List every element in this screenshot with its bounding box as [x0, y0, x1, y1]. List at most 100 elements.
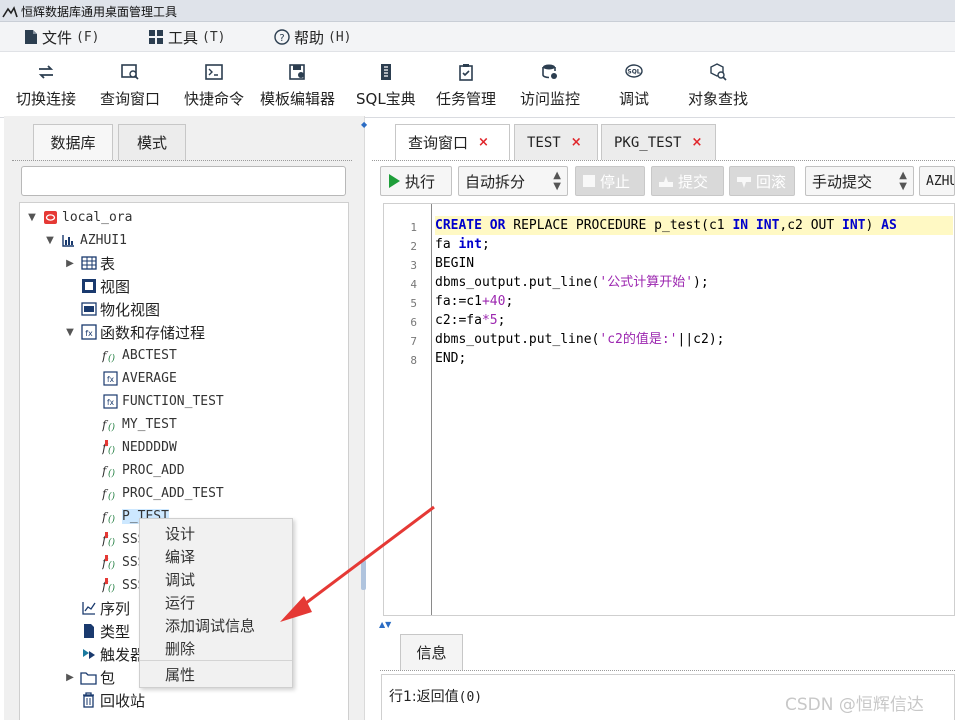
info-tab-divider: [380, 670, 955, 671]
expanded-arrow-icon[interactable]: ▼: [26, 212, 38, 223]
context-menu-design[interactable]: 设计: [165, 522, 195, 544]
tree-node-routine[interactable]: f() PROC_ADD_TEST: [102, 482, 224, 504]
tab-schema[interactable]: 模式: [118, 124, 186, 160]
object-search-button[interactable]: 对象查找: [688, 62, 748, 114]
context-menu-delete[interactable]: 删除: [165, 637, 195, 659]
tree-node-types[interactable]: 类型: [80, 620, 130, 642]
menu-tools-mnemonic: (T): [202, 29, 226, 45]
context-menu-debug[interactable]: 调试: [165, 568, 195, 590]
watermark: CSDN @恒辉信达: [785, 695, 924, 715]
tree-node-routine[interactable]: f() MY_TEST: [102, 413, 177, 435]
schema-icon: [60, 232, 77, 249]
close-icon[interactable]: ×: [571, 135, 582, 150]
collapsed-arrow-icon[interactable]: ▶: [64, 258, 76, 269]
tree-node-routine[interactable]: fx FUNCTION_TEST: [102, 390, 224, 412]
invalid-procedure-icon: f(): [102, 439, 119, 456]
commit-mode-select[interactable]: 手动提交 ▲ ▼: [805, 166, 914, 196]
debug-button[interactable]: SQL 调试: [619, 62, 649, 114]
close-icon[interactable]: ×: [691, 135, 702, 150]
expanded-arrow-icon[interactable]: ▼: [44, 235, 56, 246]
window-title: 恒辉数据库通用桌面管理工具: [21, 5, 178, 19]
left-panel-scrollbar[interactable]: [361, 560, 366, 590]
context-menu-compile[interactable]: 编译: [165, 545, 195, 567]
close-icon[interactable]: ×: [478, 135, 489, 150]
menu-tools[interactable]: 工具 (T): [148, 26, 226, 48]
context-menu-run[interactable]: 运行: [165, 591, 195, 613]
access-monitor-button[interactable]: 访问监控: [520, 62, 580, 114]
connection-select[interactable]: AZHU: [919, 166, 955, 196]
tree-node-routine[interactable]: f() NEDDDDW: [102, 436, 177, 458]
menu-file[interactable]: 文件 (F): [24, 26, 100, 48]
line-number: 7: [410, 335, 417, 348]
template-editor-icon: [288, 62, 308, 82]
table-icon: [80, 255, 97, 272]
tree-node-sequences[interactable]: 序列: [80, 597, 130, 619]
code-keyword: INT: [842, 218, 866, 233]
context-menu-add-debug-info[interactable]: 添加调试信息: [165, 614, 255, 636]
tree-node-triggers[interactable]: 触发器: [80, 643, 145, 665]
split-mode-value: 自动拆分: [465, 172, 526, 191]
expanded-arrow-icon[interactable]: ▼: [64, 327, 76, 338]
code-keyword: int: [458, 237, 482, 252]
info-message-value: (0): [458, 690, 483, 705]
svg-text:(): (): [108, 537, 116, 547]
tree-node-functions-procedures[interactable]: ▼ fx 函数和存储过程: [64, 321, 205, 343]
help-icon: ?: [274, 29, 290, 45]
line-number: 8: [410, 354, 417, 367]
tree-node-recycle-bin[interactable]: 回收站: [80, 689, 145, 711]
tree-node-routine[interactable]: f() ABCTEST: [102, 344, 177, 366]
tree-node-routine[interactable]: fx AVERAGE: [102, 367, 177, 389]
sql-editor[interactable]: 1 2 3 4 5 6 7 8 CREATE OR REPLACE PROCED…: [383, 203, 955, 616]
splitter-collapse-icon[interactable]: ◆: [361, 120, 367, 129]
routine-label: MY_TEST: [122, 416, 177, 432]
tree-node-materialized-views[interactable]: 物化视图: [80, 298, 160, 320]
tab-database[interactable]: 数据库: [33, 124, 113, 160]
commit-button[interactable]: 提交: [651, 166, 724, 196]
menu-tools-label: 工具: [168, 28, 199, 47]
menu-help[interactable]: ? 帮助 (H): [274, 26, 352, 48]
menu-bar: 文件 (F) 工具 (T) ? 帮助 (H): [0, 22, 955, 52]
shortcut-command-icon: [204, 62, 224, 82]
procedure-icon: f(): [102, 416, 119, 433]
switch-connection-button[interactable]: 切换连接: [16, 62, 76, 114]
code-keyword: CREATE: [435, 218, 482, 233]
rollback-button[interactable]: 回滚: [729, 166, 795, 196]
context-menu-properties[interactable]: 属性: [165, 663, 195, 685]
function-icon: fx: [102, 370, 119, 387]
context-menu-separator: [140, 660, 292, 661]
tab-query-window[interactable]: 查询窗口 ×: [395, 124, 510, 160]
tree-node-views[interactable]: 视图: [80, 275, 130, 297]
tab-info[interactable]: 信息: [400, 634, 463, 670]
execute-button[interactable]: 执行: [380, 166, 452, 196]
tab-test[interactable]: TEST ×: [514, 124, 598, 160]
tab-pkg-test-label: PKG_TEST: [614, 134, 682, 151]
svg-text:(): (): [108, 422, 116, 432]
stop-button[interactable]: 停止: [575, 166, 645, 196]
task-manager-button[interactable]: 任务管理: [436, 62, 496, 114]
tree-search-input[interactable]: [21, 166, 346, 196]
line-number: 1: [410, 221, 417, 234]
tools-icon: [149, 30, 163, 44]
tree-node-tables[interactable]: ▶ 表: [64, 252, 115, 274]
collapsed-arrow-icon[interactable]: ▶: [64, 672, 76, 683]
query-toolbar: 执行 自动拆分 ▲ ▼ 停止 提交 回滚 手动提交 ▲ ▼ AZHU: [378, 164, 955, 198]
splitter-arrows-icon[interactable]: ▲▼: [379, 620, 391, 629]
svg-text:fx: fx: [107, 375, 115, 384]
code-text: ,c2 OUT: [779, 218, 843, 233]
tree-node-routine[interactable]: f() PROC_ADD: [102, 459, 185, 481]
tree-node-connection[interactable]: ▼ local_ora: [26, 206, 132, 228]
tree-node-schema[interactable]: ▼ AZHUI1: [44, 229, 127, 251]
sql-book-button[interactable]: SQL宝典: [356, 62, 416, 114]
query-window-button[interactable]: 查询窗口: [100, 62, 160, 114]
functions-procedures-label: 函数和存储过程: [100, 323, 206, 342]
packages-label: 包: [100, 668, 116, 687]
code-string: '公式计算开始': [599, 275, 694, 290]
rollback-label: 回滚: [756, 172, 787, 191]
template-editor-button[interactable]: 模板编辑器: [260, 62, 335, 114]
code-keyword: OR: [489, 218, 506, 233]
access-monitor-icon: [540, 62, 560, 82]
split-mode-select[interactable]: 自动拆分 ▲ ▼: [458, 166, 568, 196]
tab-pkg-test[interactable]: PKG_TEST ×: [601, 124, 716, 160]
shortcut-command-button[interactable]: 快捷命令: [184, 62, 244, 114]
tree-node-packages[interactable]: ▶ 包: [64, 666, 115, 688]
